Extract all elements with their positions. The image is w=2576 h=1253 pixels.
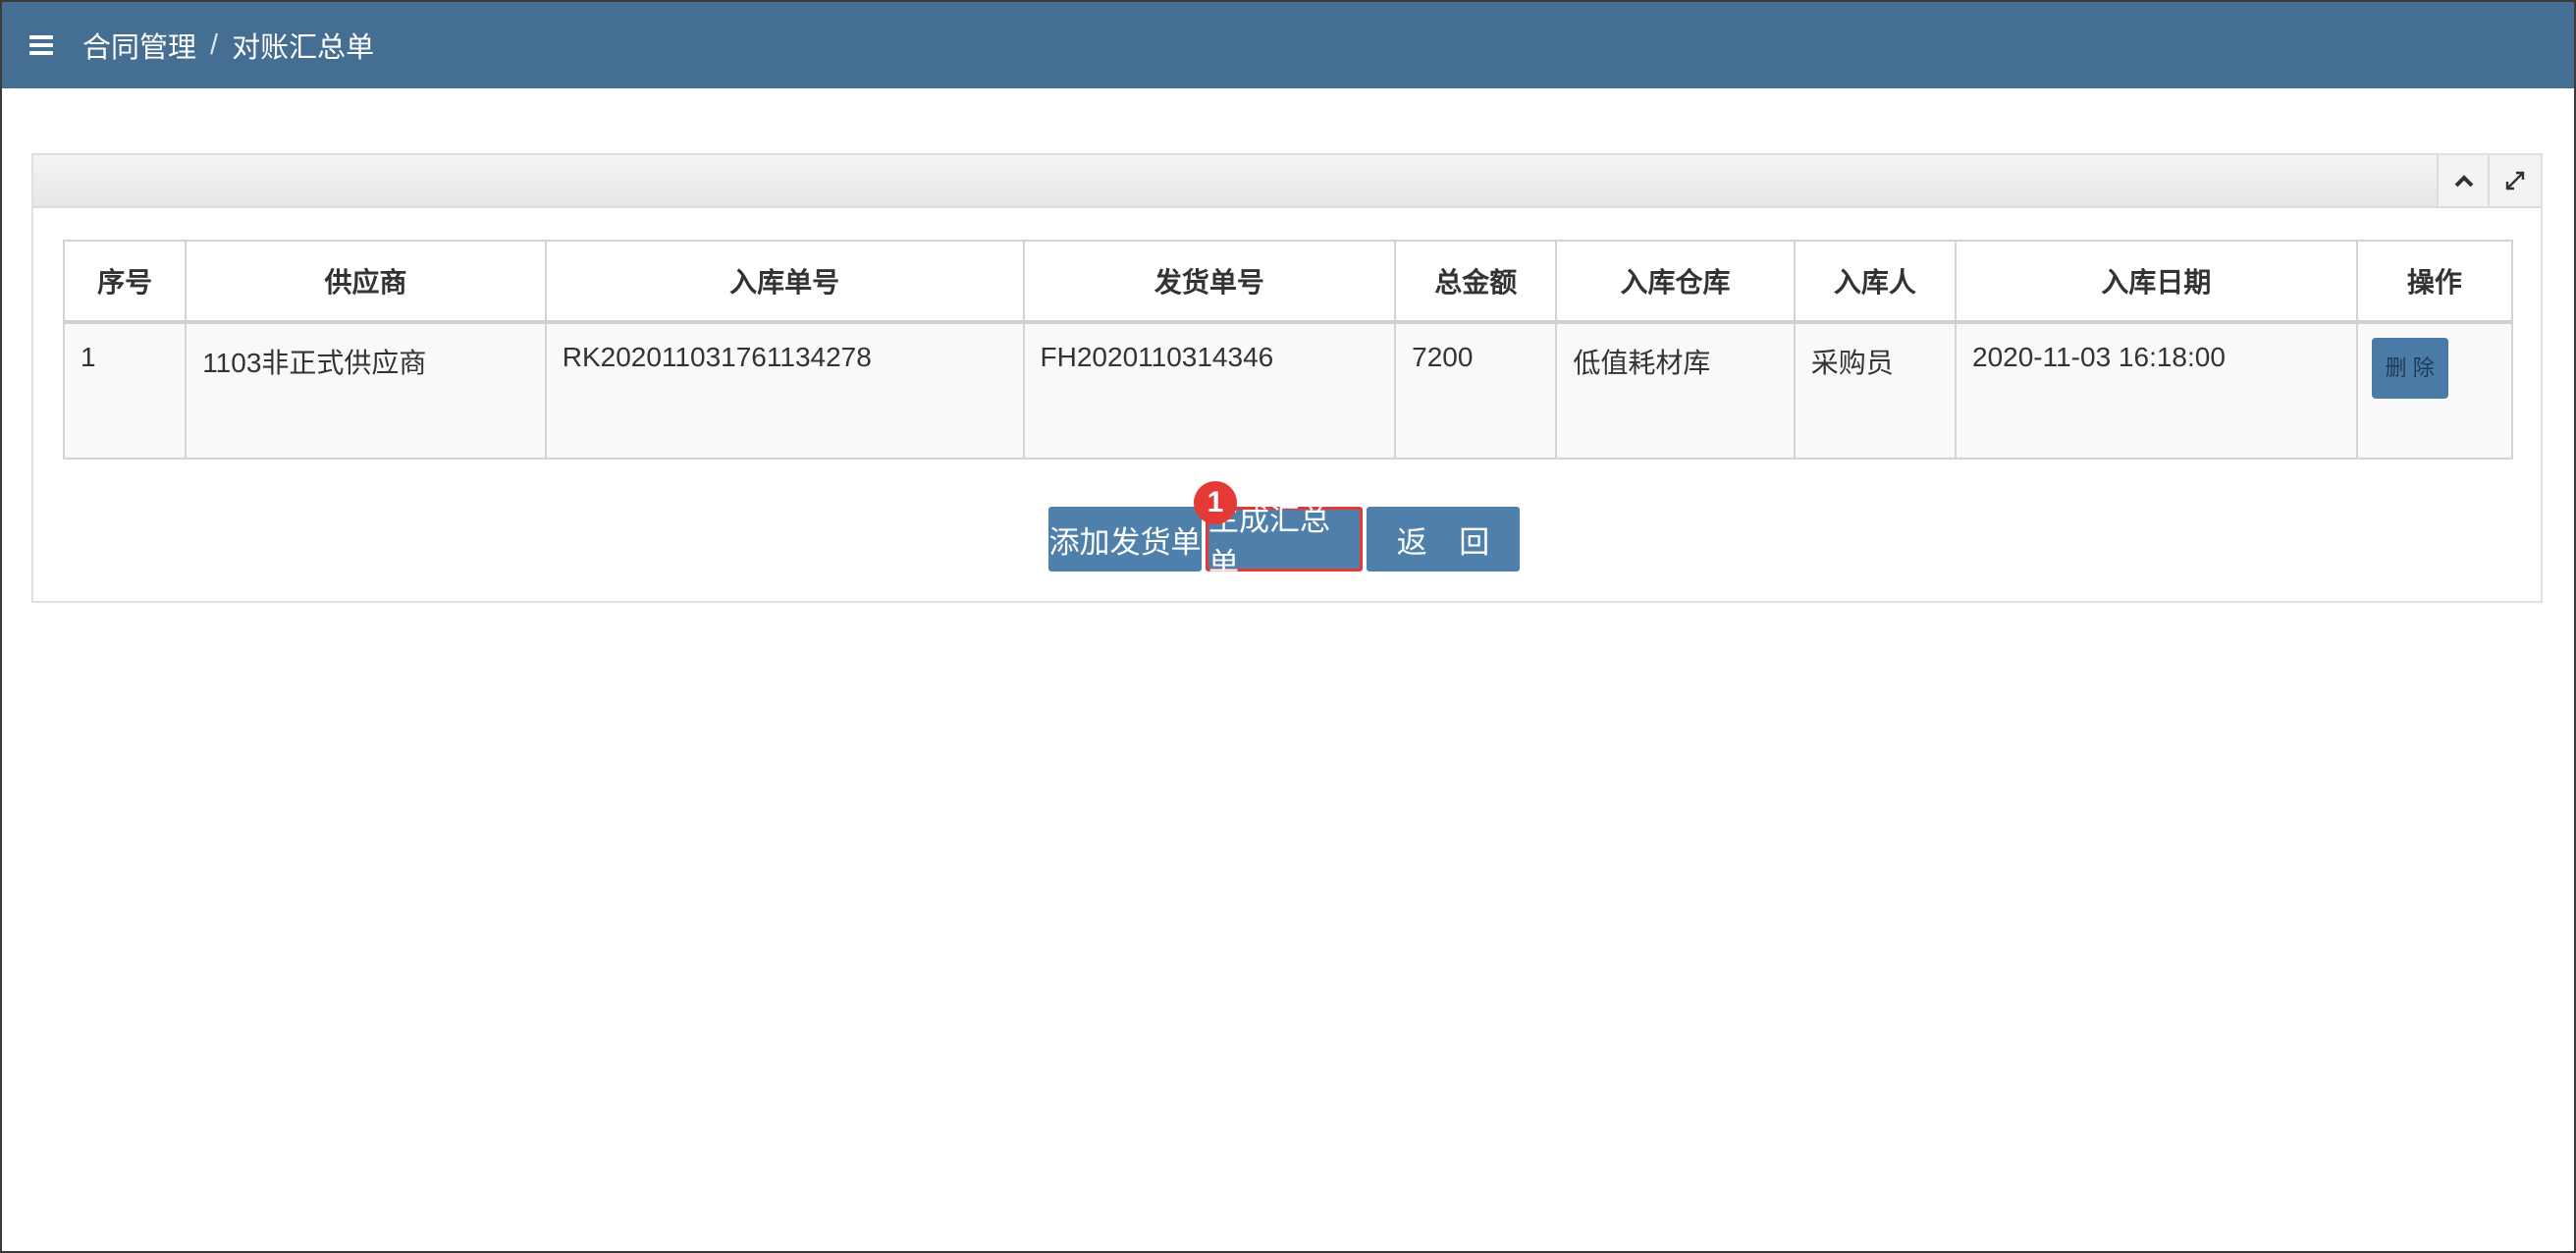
cell-date: 2020-11-03 16:18:00 [1955, 321, 2358, 460]
cell-index: 1 [62, 321, 188, 460]
col-header-supplier: 供应商 [185, 240, 547, 324]
summary-table: 序号 供应商 入库单号 发货单号 总金额 入库仓库 入库人 入库日期 操作 1 … [62, 240, 2514, 460]
col-header-action: 操作 [2355, 240, 2514, 324]
col-header-date: 入库日期 [1955, 240, 2358, 324]
breadcrumb-current: 对账汇总单 [232, 32, 375, 64]
cell-warehouse: 低值耗材库 [1555, 321, 1796, 460]
menu-icon[interactable] [29, 33, 59, 57]
cell-receipt-no: RK202011031761134278 [544, 321, 1025, 460]
table-row: 1 1103非正式供应商 RK202011031761134278 FH2020… [62, 321, 2514, 460]
col-header-receiver: 入库人 [1793, 240, 1958, 324]
fullscreen-icon[interactable] [2488, 155, 2541, 206]
col-header-receipt-no: 入库单号 [544, 240, 1025, 324]
add-delivery-button[interactable]: 添加发货单 [1048, 507, 1202, 572]
cell-receiver: 采购员 [1793, 321, 1958, 460]
delete-button[interactable]: 删 除 [2371, 338, 2448, 399]
cell-supplier: 1103非正式供应商 [185, 321, 547, 460]
cell-action: 删 除 [2355, 321, 2514, 460]
cell-total: 7200 [1394, 321, 1558, 460]
col-header-total: 总金额 [1394, 240, 1558, 324]
breadcrumb-separator: / [210, 28, 219, 61]
collapse-icon[interactable] [2437, 155, 2490, 206]
col-header-delivery-no: 发货单号 [1022, 240, 1397, 324]
annotation-marker: 1 [1194, 481, 1237, 524]
cell-delivery-no: FH2020110314346 [1022, 321, 1397, 460]
breadcrumb-contract-management[interactable]: 合同管理 [82, 25, 196, 66]
back-button[interactable]: 返 回 [1367, 507, 1520, 572]
col-header-index: 序号 [62, 240, 188, 324]
breadcrumb: 合同管理 / 对账汇总单 [82, 25, 374, 66]
col-header-warehouse: 入库仓库 [1555, 240, 1796, 324]
panel-header [33, 155, 2541, 208]
top-bar: 合同管理 / 对账汇总单 [2, 2, 2574, 88]
action-button-row: 添加发货单 生成汇总单 返 回 [1048, 503, 1520, 581]
table-header-row: 序号 供应商 入库单号 发货单号 总金额 入库仓库 入库人 入库日期 操作 [62, 240, 2514, 324]
